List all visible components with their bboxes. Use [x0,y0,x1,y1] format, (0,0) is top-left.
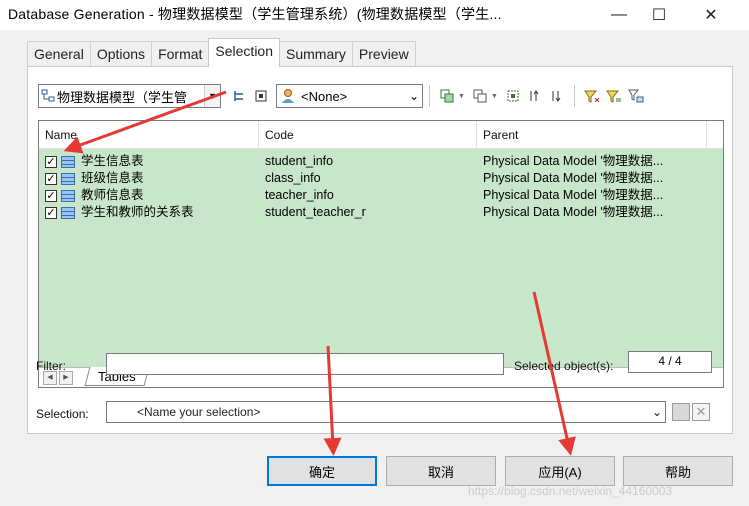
use-graphical-selection-icon[interactable] [503,86,523,106]
chevron-down-icon: ⌄ [406,85,422,107]
tab-options[interactable]: Options [89,41,153,67]
tab-strip: General Options Format Selection Summary… [27,38,416,67]
tab-summary[interactable]: Summary [279,41,353,67]
row-parent: Physical Data Model '物理数据... [483,205,664,219]
user-icon [279,86,297,106]
dropdown-icon[interactable]: ▼ [491,93,498,100]
column-header-parent[interactable]: Parent [477,121,707,149]
owner-combo[interactable]: <None> ⌄ [276,84,423,108]
select-all-icon[interactable] [437,86,457,106]
table-row[interactable]: ✓ 学生和教师的关系表 student_teacher_r Physical D… [39,204,723,221]
object-grid: Name Code Parent ✓ 学生信息表 student_info Ph… [38,120,724,388]
model-combo[interactable]: 物理数据模型（学生管 ▼ [38,84,221,108]
deselect-all-icon[interactable] [470,86,490,106]
row-parent: Physical Data Model '物理数据... [483,188,664,202]
row-parent: Physical Data Model '物理数据... [483,154,664,168]
model-combo-value: 物理数据模型（学生管 [57,89,188,105]
selection-combo[interactable]: <Name your selection> [106,401,666,423]
chevron-down-icon[interactable]: ⌄ [652,405,662,419]
clear-filter-icon[interactable] [604,86,624,106]
table-icon [61,173,75,185]
table-icon [61,156,75,168]
filter-input[interactable] [106,353,504,375]
row-code: student_info [265,154,334,168]
chevron-down-icon: ▼ [204,85,220,107]
nav-next-icon[interactable]: ▶ [59,371,73,385]
help-button[interactable]: 帮助 [623,456,733,486]
model-icon [41,86,55,106]
ok-button[interactable]: 确定 [267,456,377,486]
row-checkbox[interactable]: ✓ [45,190,57,202]
close-button[interactable]: ✕ [688,0,734,30]
table-row[interactable]: ✓ 学生信息表 student_info Physical Data Model… [39,153,723,170]
row-checkbox[interactable]: ✓ [45,207,57,219]
row-name: 学生信息表 [81,154,144,168]
table-row[interactable]: ✓ 班级信息表 class_info Physical Data Model '… [39,170,723,187]
delete-selection-icon[interactable]: ✕ [692,403,710,421]
cancel-button[interactable]: 取消 [386,456,496,486]
row-code: teacher_info [265,188,334,202]
row-name: 班级信息表 [81,171,144,185]
table-row[interactable]: ✓ 教师信息表 teacher_info Physical Data Model… [39,187,723,204]
move-up-icon[interactable] [525,86,545,106]
selection-toolbar: 物理数据模型（学生管 ▼ <None> ⌄ ▼ ▼ [38,83,647,109]
row-code: student_teacher_r [265,205,366,219]
row-parent: Physical Data Model '物理数据... [483,171,664,185]
apply-filter-icon[interactable] [626,86,646,106]
toolbar-separator [429,85,430,107]
hierarchy-icon[interactable] [229,86,249,106]
table-icon [61,207,75,219]
toolbar-separator [573,85,575,107]
selected-objects-count: 4 / 4 [628,351,712,373]
tab-format[interactable]: Format [151,41,210,67]
save-selection-icon[interactable] [672,403,690,421]
selected-objects-label: Selected object(s): [514,359,614,373]
column-header-name[interactable]: Name [39,121,259,149]
maximize-button[interactable]: ☐ [636,0,682,30]
filter-icon[interactable] [582,86,602,106]
selection-panel: 物理数据模型（学生管 ▼ <None> ⌄ ▼ ▼ Name Code Pare… [27,66,733,434]
dropdown-icon[interactable]: ▼ [458,93,465,100]
title-bar: Database Generation - 物理数据模型（学生管理系统）(物理数… [0,0,749,30]
tab-preview[interactable]: Preview [351,41,416,67]
row-code: class_info [265,171,321,185]
row-checkbox[interactable]: ✓ [45,173,57,185]
row-checkbox[interactable]: ✓ [45,156,57,168]
grid-header: Name Code Parent [39,121,723,149]
nav-prev-icon[interactable]: ◀ [43,371,57,385]
tab-general[interactable]: General [27,41,91,67]
row-name: 学生和教师的关系表 [81,205,194,219]
tab-selection[interactable]: Selection [208,38,280,67]
table-icon [61,190,75,202]
apply-button[interactable]: 应用(A) [505,456,615,486]
row-name: 教师信息表 [81,188,144,202]
move-down-icon[interactable] [547,86,567,106]
filter-label: Filter: [36,359,66,373]
column-header-code[interactable]: Code [259,121,477,149]
properties-icon[interactable] [251,86,271,106]
owner-combo-value: <None> [301,88,348,104]
watermark: https://blog.csdn.net/weixin_44160003 [468,484,673,498]
selection-label: Selection: [36,407,89,421]
window-title: Database Generation - 物理数据模型（学生管理系统）(物理数… [8,6,502,22]
